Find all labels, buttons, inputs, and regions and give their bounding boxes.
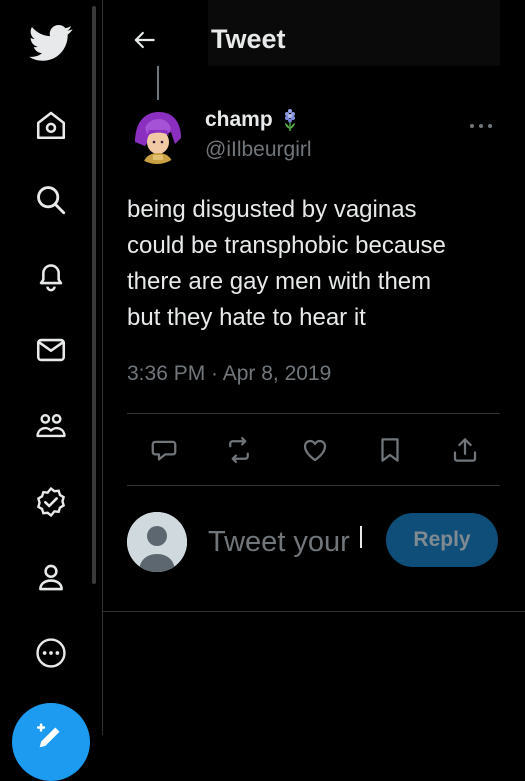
tweet-timestamp[interactable]: 3:36 PM · Apr 8, 2019 [127, 362, 331, 386]
more-options-button[interactable] [469, 110, 493, 136]
hyacinth-flower-icon [284, 109, 295, 131]
sidebar [0, 0, 96, 781]
sidebar-scrollbar[interactable] [92, 6, 96, 584]
display-name-text: champ [205, 108, 273, 131]
messages-envelope-icon[interactable] [28, 327, 74, 373]
search-icon[interactable] [28, 177, 74, 223]
communities-icon[interactable] [28, 403, 74, 449]
reply-bubble-icon [151, 440, 177, 461]
arrow-left-icon [134, 31, 155, 49]
divider [127, 485, 500, 486]
page-header: Tweet [103, 0, 525, 80]
divider [127, 413, 500, 414]
heart-icon [303, 439, 327, 462]
tweet-action-bar [127, 428, 500, 472]
share-action-button[interactable] [447, 432, 483, 468]
twitter-bird-icon[interactable] [26, 18, 76, 68]
verified-badge-icon[interactable] [28, 479, 74, 525]
notifications-bell-icon[interactable] [28, 253, 74, 299]
retweet-action-button[interactable] [221, 432, 257, 468]
reply-input[interactable]: Tweet your [208, 520, 363, 564]
tweet-text: being disgusted by vaginas could be tran… [127, 196, 446, 331]
default-avatar-icon [127, 512, 187, 572]
tweet-detail-column: Tweet champ @iIlbeurgirl being disgusted… [103, 0, 525, 735]
current-user-avatar [127, 512, 187, 572]
page-title: Tweet [211, 24, 286, 54]
like-action-button[interactable] [297, 432, 333, 468]
author-handle[interactable]: @iIlbeurgirl [205, 138, 312, 162]
text-caret [360, 526, 362, 548]
reply-action-button[interactable] [146, 432, 182, 468]
retweet-icon [229, 437, 249, 463]
compose-tweet-button[interactable] [12, 703, 90, 781]
more-circle-icon[interactable] [28, 630, 74, 676]
ellipsis-icon [470, 124, 492, 128]
home-icon[interactable] [28, 102, 74, 148]
bookmark-icon [381, 438, 399, 462]
back-button[interactable] [125, 20, 165, 60]
divider [103, 611, 525, 612]
profile-icon[interactable] [28, 554, 74, 600]
reply-button[interactable]: Reply [386, 513, 498, 567]
author-display-name[interactable]: champ [205, 108, 301, 132]
compose-tweet-icon [36, 723, 60, 748]
bookmark-action-button[interactable] [372, 432, 408, 468]
share-upload-icon [453, 438, 477, 462]
author-avatar[interactable] [129, 108, 185, 164]
